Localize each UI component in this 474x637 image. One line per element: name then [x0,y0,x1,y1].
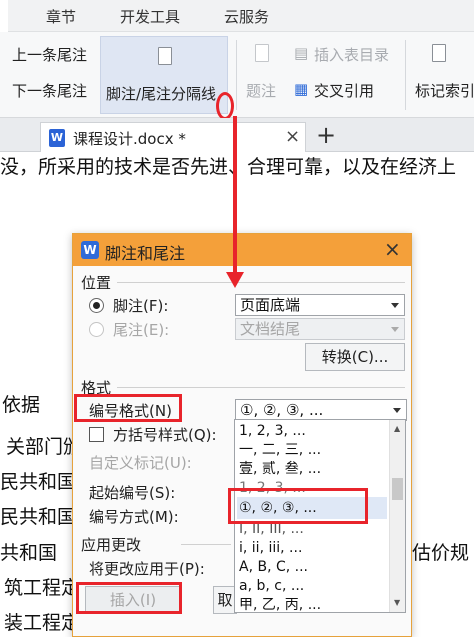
scroll-down-icon[interactable]: ▼ [394,598,400,607]
cross-ref-icon: ▦ [294,80,309,98]
apply-group-label: 应用更改 [81,536,142,554]
ribbon-divider [405,40,406,110]
footnote-radio[interactable] [89,298,104,313]
dialog-title: 脚注和尾注 [105,244,186,263]
ribbon-divider [236,40,237,110]
separator-button[interactable]: 脚注/尾注分隔线 [100,36,228,114]
custom-mark-label: 自定义标记(U): [89,454,192,472]
annotation-arrow-line [233,116,237,278]
add-tab-icon[interactable]: + [316,121,336,149]
mark-index-button[interactable]: 标记索引 [415,80,474,101]
annotation-box-number-format [74,394,182,422]
doc-text-line: 共和国 [0,542,58,564]
menu-bar: 章节 开发工具 云服务 [0,0,474,32]
menu-chapter[interactable]: 章节 [46,6,76,27]
caption-button[interactable]: 题注 [246,80,276,101]
insert-toc-icon: ▤ [294,44,309,62]
cross-ref-button[interactable]: 交叉引用 [314,80,374,101]
menu-dev-tools[interactable]: 开发工具 [120,6,180,27]
dropdown-option[interactable]: 甲, 乙, 丙, ... [237,594,387,612]
footnote-position-value: 页面底端 [240,296,301,314]
chevron-down-icon [391,327,399,332]
scroll-thumb[interactable] [392,478,403,500]
group-divider [181,544,231,545]
group-divider [117,387,405,388]
doc-text-line: 民共和国 [0,506,77,528]
bracket-style-checkbox[interactable] [89,427,104,442]
doc-text-line: 没，所采用的技术是否先进、合理可靠，以及在经济上 [0,156,457,178]
document-tab[interactable]: W 课程设计.docx * × [40,122,306,152]
annotation-oval [216,92,234,120]
document-tab-strip: W 课程设计.docx * × [0,118,474,152]
chevron-down-icon [391,303,399,308]
dropdown-scrollbar[interactable]: ▲ ▼ [389,420,405,612]
dialog-close-icon[interactable]: × [384,237,401,261]
numbering-label: 编号方式(M): [89,508,179,526]
menu-cloud-service[interactable]: 云服务 [224,6,269,27]
tab-close-icon[interactable]: × [285,126,300,147]
doc-text-line: 估价规 [412,542,470,564]
chevron-down-icon [393,408,401,413]
annotation-arrow-head [226,272,244,288]
apply-to-label: 将更改应用于(P): [89,560,205,578]
number-format-select[interactable]: ①, ②, ③, ... [235,399,407,421]
prev-endnote-button[interactable]: 上一条尾注 [12,44,87,65]
menu-bar-edge [0,0,8,32]
scroll-up-icon[interactable]: ▲ [394,424,400,433]
position-group-label: 位置 [81,274,112,292]
mark-index-icon [432,44,446,62]
doc-text-line: 依据 [2,394,41,416]
footnote-label: 脚注(F): [113,297,169,315]
next-endnote-button[interactable]: 下一条尾注 [12,80,87,101]
endnote-radio[interactable] [89,322,104,337]
doc-text-line: 筑工程定 [4,577,81,599]
start-number-label: 起始编号(S): [89,484,176,502]
doc-text-line: 民共和国 [0,471,77,493]
document-tab-label: 课程设计.docx * [73,130,186,148]
wps-logo-icon: W [81,241,99,259]
bracket-style-label: 方括号样式(Q): [113,426,217,444]
convert-button[interactable]: 转换(C)... [305,343,405,371]
footnote-position-select[interactable]: 页面底端 [235,294,405,316]
word-doc-icon: W [49,129,65,147]
doc-text-line: 关部门颁 [6,436,83,458]
separator-button-label: 脚注/尾注分隔线 [106,85,217,103]
number-format-value: ①, ②, ③, ... [240,401,324,419]
dialog-title-bar[interactable]: W 脚注和尾注 × [73,234,411,266]
ribbon: 上一条尾注 下一条尾注 脚注/尾注分隔线 题注 ▤ 插入表目录 ▦ 交叉引用 标… [0,32,474,118]
annotation-box-selected-option [228,488,368,524]
caption-icon [255,44,269,62]
endnote-label: 尾注(E): [113,321,170,339]
endnote-position-select[interactable]: 文档结尾 [235,318,405,340]
insert-toc-button[interactable]: 插入表目录 [314,44,389,65]
annotation-box-insert [76,582,182,614]
group-divider [117,282,405,283]
endnote-position-value: 文档结尾 [240,320,301,338]
separator-icon [158,47,172,65]
